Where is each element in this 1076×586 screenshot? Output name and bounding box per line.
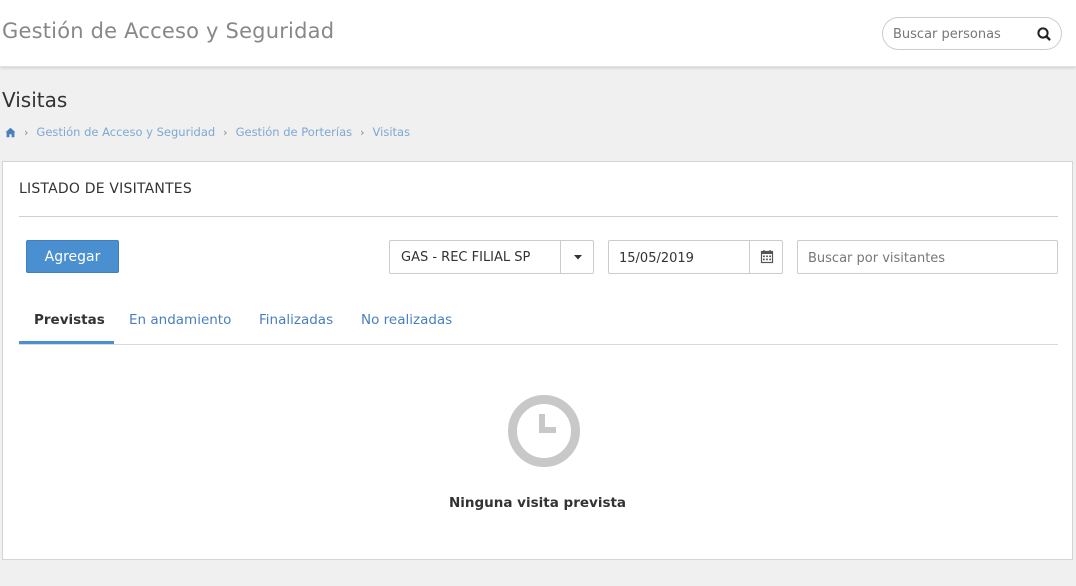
breadcrumb-separator: › bbox=[24, 125, 29, 139]
panel-divider bbox=[19, 216, 1058, 217]
page-title: Visitas bbox=[2, 88, 68, 112]
date-input[interactable] bbox=[619, 248, 744, 268]
tab-finalizadas[interactable]: Finalizadas bbox=[259, 312, 333, 328]
tab-no-realizadas[interactable]: No realizadas bbox=[361, 312, 452, 328]
branch-select[interactable]: GAS - REC FILIAL SP bbox=[389, 240, 594, 274]
active-tab-indicator bbox=[19, 341, 114, 344]
home-icon[interactable] bbox=[5, 127, 16, 138]
people-search-input[interactable] bbox=[893, 24, 1028, 44]
breadcrumb-item-acceso-seguridad[interactable]: Gestión de Acceso y Seguridad bbox=[36, 125, 215, 139]
app-title: Gestión de Acceso y Seguridad bbox=[2, 19, 335, 43]
breadcrumb-separator: › bbox=[223, 125, 228, 139]
visitor-search-input[interactable] bbox=[808, 248, 1048, 268]
tab-previstas[interactable]: Previstas bbox=[34, 312, 105, 328]
top-navbar: Gestión de Acceso y Seguridad bbox=[0, 0, 1076, 67]
date-picker bbox=[608, 240, 783, 274]
branch-select-value: GAS - REC FILIAL SP bbox=[401, 250, 531, 265]
visitors-panel: LISTADO DE VISITANTES Agregar GAS - REC … bbox=[2, 161, 1073, 560]
panel-title: LISTADO DE VISITANTES bbox=[19, 181, 192, 197]
calendar-icon[interactable] bbox=[749, 241, 783, 273]
visitor-search-box bbox=[797, 240, 1058, 274]
breadcrumb-item-porterias[interactable]: Gestión de Porterías bbox=[236, 125, 353, 139]
breadcrumb-item-visitas[interactable]: Visitas bbox=[373, 125, 411, 139]
chevron-down-icon[interactable] bbox=[560, 241, 594, 273]
breadcrumb-separator: › bbox=[360, 125, 365, 139]
add-button[interactable]: Agregar bbox=[26, 240, 119, 273]
clock-icon bbox=[507, 394, 581, 468]
breadcrumb: › Gestión de Acceso y Seguridad › Gestió… bbox=[5, 124, 410, 140]
tab-en-andamiento[interactable]: En andamiento bbox=[129, 312, 231, 328]
visit-tabs: Previstas En andamiento Finalizadas No r… bbox=[19, 300, 1058, 345]
people-search-box bbox=[882, 17, 1062, 50]
empty-state-message: Ninguna visita prevista bbox=[448, 495, 627, 511]
search-icon[interactable] bbox=[1033, 23, 1055, 45]
